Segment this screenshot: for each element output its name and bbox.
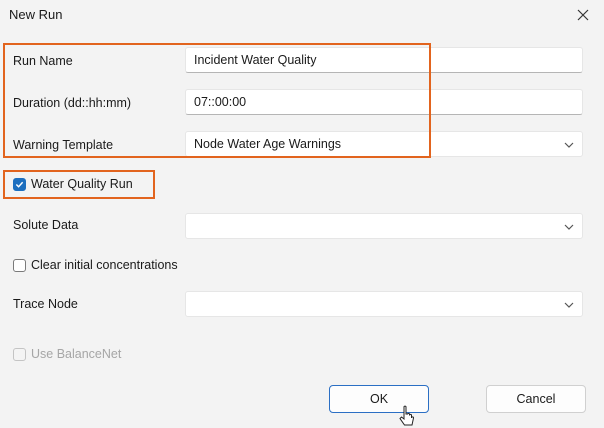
warning-template-value: Node Water Age Warnings <box>194 137 342 151</box>
warning-template-label: Warning Template <box>13 138 114 152</box>
duration-input[interactable]: 07::00:00 <box>185 89 583 115</box>
checkbox-box <box>13 347 26 361</box>
close-icon <box>577 9 589 21</box>
solute-data-label: Solute Data <box>13 218 79 232</box>
checkbox-box <box>13 258 26 272</box>
checkmark-icon <box>15 181 24 188</box>
duration-label: Duration (dd::hh:mm) <box>13 96 132 110</box>
close-button[interactable] <box>572 4 594 26</box>
trace-node-select[interactable] <box>185 291 583 317</box>
chevron-down-icon <box>564 142 574 148</box>
dialog-title: New Run <box>9 7 63 22</box>
trace-node-label: Trace Node <box>13 297 78 311</box>
water-quality-run-checkbox[interactable]: Water Quality Run <box>13 177 133 191</box>
checkbox-box <box>13 177 26 191</box>
use-balancenet-checkbox[interactable]: Use BalanceNet <box>13 347 121 361</box>
run-name-label: Run Name <box>13 54 73 68</box>
use-balancenet-label: Use BalanceNet <box>31 347 122 361</box>
run-name-input[interactable]: Incident Water Quality <box>185 47 583 73</box>
dialog-titlebar: New Run <box>0 0 604 30</box>
cancel-button[interactable]: Cancel <box>486 385 586 413</box>
duration-value: 07::00:00 <box>194 95 247 109</box>
clear-initial-concentrations-label: Clear initial concentrations <box>31 258 178 272</box>
solute-data-select[interactable] <box>185 213 583 239</box>
chevron-down-icon <box>564 224 574 230</box>
mouse-cursor-icon <box>399 405 415 426</box>
warning-template-select[interactable]: Node Water Age Warnings <box>185 131 583 157</box>
water-quality-run-label: Water Quality Run <box>31 177 133 191</box>
chevron-down-icon <box>564 302 574 308</box>
clear-initial-concentrations-checkbox[interactable]: Clear initial concentrations <box>13 258 178 272</box>
run-name-value: Incident Water Quality <box>194 53 317 67</box>
